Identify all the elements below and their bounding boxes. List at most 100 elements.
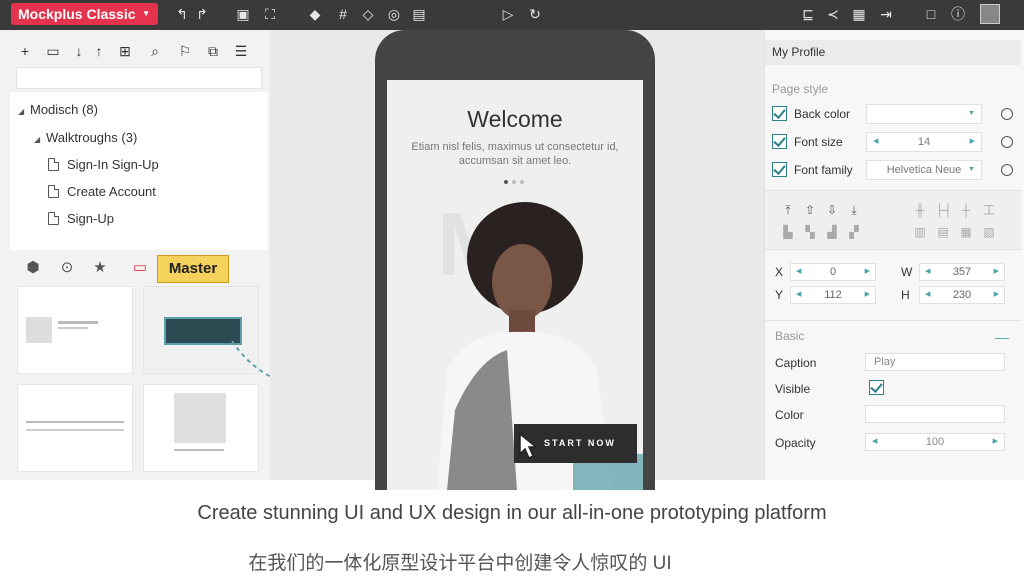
chevron-left-icon[interactable]: ◀ [872, 434, 877, 450]
cube-icon[interactable]: ⬢ [22, 257, 44, 279]
master-component-icon[interactable]: ▭ [129, 257, 151, 279]
collapse-icon: ◢ [18, 107, 25, 116]
x-stepper[interactable]: ◀ 0 ▶ [790, 263, 876, 281]
chevron-right-icon[interactable]: ▶ [994, 287, 999, 303]
help-icon[interactable]: ⓘ [948, 4, 968, 24]
section-label-page-style: Page style [772, 82, 829, 96]
prop-label: Back color [794, 107, 851, 121]
top-toolbar: Mockplus Classic ▼ ↰ ↱ ▣ ⛶ ◆ # ◇ ◎ ▤ ▷ ↻… [0, 0, 1024, 30]
redo-icon[interactable]: ↱ [192, 4, 212, 24]
tree-page-create-account[interactable]: Create Account [48, 181, 156, 203]
frame-icon[interactable]: ▣ [233, 4, 253, 24]
publish-icon[interactable]: ⇥ [876, 4, 896, 24]
reset-icon[interactable] [1001, 136, 1013, 148]
move-down-icon[interactable]: ↓ [70, 42, 88, 60]
align-down-icon[interactable]: ⇩ [824, 202, 840, 218]
h-stepper[interactable]: ◀ 230 ▶ [919, 286, 1005, 304]
tree-folder-walktroughs[interactable]: ◢ Walktroughs (3) [34, 127, 137, 149]
tree-page-sign-up[interactable]: Sign-Up [48, 208, 114, 230]
search-input[interactable] [16, 67, 262, 89]
app-menu-button[interactable]: Mockplus Classic ▼ [11, 3, 158, 25]
sitemap-icon[interactable]: ⊞ [116, 42, 134, 60]
phone-screen[interactable]: MD Welcome Etiam nisl felis, maximus ut … [387, 80, 643, 490]
fill-icon[interactable]: ◇ [358, 4, 378, 24]
w-stepper[interactable]: ◀ 357 ▶ [919, 263, 1005, 281]
copy-icon[interactable]: ⧉ [204, 42, 222, 60]
crop-icon[interactable]: ⛶ [260, 4, 280, 24]
align-top-icon[interactable]: ⤒ [780, 202, 796, 218]
thumbnail-card[interactable] [17, 286, 133, 374]
undo-icon[interactable]: ↰ [172, 4, 192, 24]
play-icon[interactable]: ▷ [498, 4, 518, 24]
chevron-right-icon[interactable]: ▶ [993, 434, 998, 450]
move-up-icon[interactable]: ↑ [90, 42, 108, 60]
visible-checkbox[interactable] [869, 380, 884, 395]
section-label-basic: Basic [775, 329, 805, 343]
reset-icon[interactable] [1001, 164, 1013, 176]
export-icon[interactable]: ⊑ [798, 4, 818, 24]
align-bottom-icon[interactable]: ⤓ [846, 202, 862, 218]
opacity-stepper[interactable]: ◀ 100 ▶ [865, 433, 1005, 451]
back-color-select[interactable]: ▼ [866, 104, 982, 124]
tree-count: (3) [121, 130, 138, 145]
design-canvas[interactable]: MD Welcome Etiam nisl felis, maximus ut … [270, 30, 764, 490]
checkbox-back-color[interactable] [772, 106, 787, 121]
chevron-left-icon[interactable]: ◀ [873, 133, 878, 151]
tree-label: Walktroughs [46, 130, 118, 145]
refresh-icon[interactable]: ↻ [525, 4, 545, 24]
match-height-icon[interactable]: ▤ [935, 224, 951, 240]
chevron-left-icon[interactable]: ◀ [796, 264, 801, 280]
window-icon[interactable]: □ [921, 4, 941, 24]
search-icon[interactable]: ⌕ [146, 42, 164, 60]
chevron-circle-icon[interactable]: ⊙ [56, 257, 78, 279]
alignment-tools: ⤒ ⇧ ⇩ ⤓ ▙ ▚ ▟ ▞ ╫ ├┤ ┼ 工 ▥ ▤ ▦ ▧ [765, 190, 1021, 250]
grid-icon[interactable]: # [333, 4, 353, 24]
match-size-icon[interactable]: ▦ [958, 224, 974, 240]
folder-icon[interactable]: ▭ [44, 42, 62, 60]
y-stepper[interactable]: ◀ 112 ▶ [790, 286, 876, 304]
tab-master[interactable]: Master [157, 255, 229, 283]
qr-code-icon[interactable]: ▦ [849, 4, 869, 24]
color-input[interactable] [865, 405, 1005, 423]
align-center-icon[interactable]: ▚ [802, 224, 818, 240]
document-icon[interactable]: ▤ [409, 4, 429, 24]
space-v-icon[interactable]: 工 [981, 202, 997, 218]
chevron-right-icon[interactable]: ▶ [865, 287, 870, 303]
tree-page-sign-in[interactable]: Sign-In Sign-Up [48, 154, 159, 176]
list-icon[interactable]: ☰ [232, 42, 250, 60]
snap-icon[interactable]: ▧ [981, 224, 997, 240]
distribute-icon[interactable]: ▞ [846, 224, 862, 240]
align-left-icon[interactable]: ▙ [780, 224, 796, 240]
caption-label: Caption [775, 356, 817, 370]
caption-input[interactable]: Play [865, 353, 1005, 371]
avatar[interactable] [980, 4, 1000, 24]
caption-english: Create stunning UI and UX design in our … [197, 502, 827, 524]
reset-icon[interactable] [1001, 108, 1013, 120]
tree-folder-modisch[interactable]: ◢ Modisch (8) [18, 99, 98, 121]
distribute-v-icon[interactable]: ┼ [958, 202, 974, 218]
chevron-left-icon[interactable]: ◀ [925, 287, 930, 303]
chevron-right-icon[interactable]: ▶ [994, 264, 999, 280]
checkbox-font-family[interactable] [772, 162, 787, 177]
share-icon[interactable]: ≺ [823, 4, 843, 24]
chevron-left-icon[interactable]: ◀ [796, 287, 801, 303]
chevron-right-icon[interactable]: ▶ [970, 133, 975, 151]
star-icon[interactable]: ★ [89, 257, 111, 279]
prop-font-size: Font size ◀ 14 ▶ [772, 132, 1017, 152]
thumbnail-card[interactable] [17, 384, 133, 472]
checkbox-font-size[interactable] [772, 134, 787, 149]
record-icon[interactable]: ◎ [384, 4, 404, 24]
add-icon[interactable]: + [16, 42, 34, 60]
font-family-select[interactable]: Helvetica Neue ▼ [866, 160, 982, 180]
align-up-icon[interactable]: ⇧ [802, 202, 818, 218]
align-right-icon[interactable]: ▟ [824, 224, 840, 240]
chevron-left-icon[interactable]: ◀ [925, 264, 930, 280]
tag-icon[interactable]: ◆ [305, 4, 325, 24]
space-h-icon[interactable]: ├┤ [935, 202, 952, 218]
font-size-stepper[interactable]: ◀ 14 ▶ [866, 132, 982, 152]
match-width-icon[interactable]: ▥ [912, 224, 928, 240]
distribute-h-icon[interactable]: ╫ [912, 202, 928, 218]
collapse-icon[interactable]: — [995, 329, 1009, 345]
flag-icon[interactable]: ⚐ [176, 42, 194, 60]
chevron-right-icon[interactable]: ▶ [865, 264, 870, 280]
